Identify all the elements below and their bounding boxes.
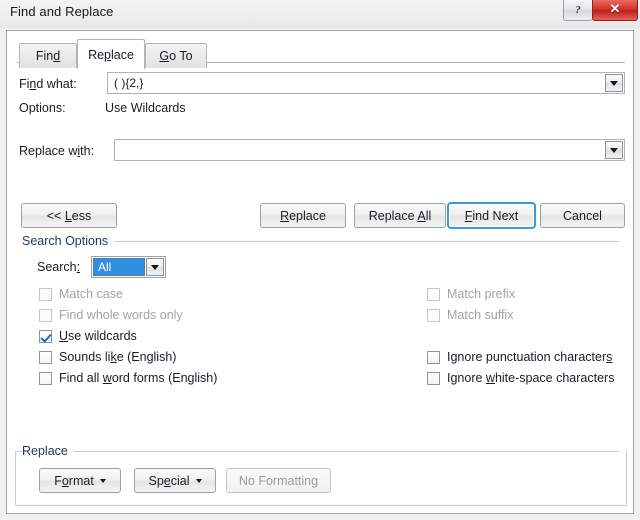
replace-with-dropdown-button[interactable] [605,141,623,159]
search-scope-value: All [98,260,112,274]
checkbox-match-suffix[interactable]: Match suffix [427,308,513,322]
options-label: Options: [19,101,66,115]
replace-all-button-label: Replace All [368,208,432,223]
options-value: Use Wildcards [105,101,186,115]
checkbox-find-whole-words-only[interactable]: Find whole words only [39,308,183,322]
checkbox-box [39,329,52,343]
checkbox-match-prefix[interactable]: Match prefix [427,287,515,301]
search-options-group-title: Search Options [22,234,115,248]
cancel-button-label: Cancel [563,208,602,223]
find-next-button[interactable]: Find Next [447,202,536,229]
checkbox-box [427,287,440,301]
checkbox-use-wildcards-label: Use wildcards [59,329,137,343]
replace-button-label: Replace [280,208,326,223]
checkbox-sounds-like-label: Sounds like (English) [59,350,177,364]
chevron-down-icon [151,264,159,270]
less-button-label: << Less [46,208,92,223]
special-button-label: Special [148,473,190,488]
chevron-down-icon [99,478,106,483]
search-scope-select[interactable]: All [91,256,166,278]
tab-find[interactable]: Find [19,43,77,68]
close-button[interactable]: ✕ [592,0,638,21]
chevron-down-icon [195,478,202,483]
no-formatting-button-label: No Formatting [238,473,319,488]
tab-strip: Find Replace Go To [7,37,633,69]
replace-with-input[interactable] [114,139,625,161]
checkbox-ignore-white-space[interactable]: Ignore white-space characters [427,371,614,385]
replace-group-title: Replace [22,444,74,458]
question-mark-icon: ? [575,4,581,16]
checkbox-ignore-punctuation-label: Ignore punctuation characters [447,350,613,364]
checkbox-find-whole-words-only-label: Find whole words only [59,308,183,322]
chevron-down-icon [610,147,618,153]
find-and-replace-dialog: Find Replace Go To Find what: ( ){2,} Op… [6,30,634,514]
search-scope-value-field: All [93,258,145,276]
tab-go-to[interactable]: Go To [145,43,207,68]
window-buttons: ? ✕ [563,0,638,21]
checkbox-find-all-word-forms-label: Find all word forms (English) [59,371,218,385]
checkbox-box [427,350,440,364]
special-button[interactable]: Special [134,468,216,493]
checkbox-sounds-like[interactable]: Sounds like (English) [39,350,176,364]
checkbox-ignore-white-space-label: Ignore white-space characters [447,371,615,385]
close-icon: ✕ [609,1,621,16]
find-what-label: Find what: [19,77,77,91]
checkbox-ignore-punctuation[interactable]: Ignore punctuation characters [427,350,612,364]
help-icon-button[interactable]: ? [563,0,593,21]
checkbox-find-all-word-forms[interactable]: Find all word forms (English) [39,371,217,385]
tab-replace-label: Replace [88,47,134,62]
tab-replace[interactable]: Replace [77,39,145,69]
replace-with-label: Replace with: [19,144,95,158]
search-options-separator [103,241,619,242]
checkbox-box [427,308,440,322]
window-title: Find and Replace [10,4,114,19]
cancel-button[interactable]: Cancel [540,203,625,228]
tab-go-to-label: Go To [159,49,193,63]
find-what-value: ( ){2,} [114,76,144,90]
tab-find-label: Find [35,49,61,63]
checkbox-box [39,371,52,385]
checkbox-match-case[interactable]: Match case [39,287,123,301]
checkbox-box [427,371,440,385]
checkbox-use-wildcards[interactable]: Use wildcards [39,329,137,343]
checkbox-box [39,350,52,364]
checkbox-match-suffix-label: Match suffix [447,308,514,322]
format-button-label: Format [54,473,94,488]
replace-button[interactable]: Replace [260,203,346,228]
less-button[interactable]: << Less [21,203,117,228]
checkbox-match-prefix-label: Match prefix [447,287,516,301]
chevron-down-icon [610,80,618,86]
replace-all-button[interactable]: Replace All [354,203,446,228]
search-scope-label: Search: [37,260,81,274]
checkbox-match-case-label: Match case [59,287,123,301]
find-what-input[interactable]: ( ){2,} [107,72,625,94]
title-bar: Find and Replace ? ✕ [0,0,640,28]
checkbox-box [39,308,52,322]
no-formatting-button: No Formatting [226,468,331,493]
find-next-button-label: Find Next [464,208,519,223]
search-scope-dropdown-button[interactable] [146,258,164,276]
find-what-dropdown-button[interactable] [605,74,623,92]
checkbox-box [39,287,52,301]
format-button[interactable]: Format [39,468,121,493]
